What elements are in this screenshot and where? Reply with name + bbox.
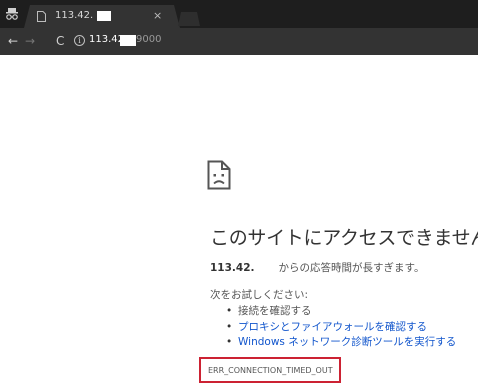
redacted-block [120,35,136,46]
suggestion-check-connection: 接続を確認する [238,305,312,317]
address-bar[interactable]: i 113.42. 9000 [72,32,472,51]
new-tab-button[interactable] [178,12,200,26]
proxy-firewall-link[interactable]: プロキシとファイアウォールを確認する [238,321,427,333]
error-code: ERR_CONNECTION_TIMED_OUT [208,366,333,375]
info-icon[interactable]: i [74,35,85,46]
url-port: 9000 [136,34,162,45]
redacted-block [97,11,111,21]
incognito-icon [6,8,18,20]
error-detail: 113.42. からの応答時間が長すぎます。 [210,260,424,275]
tab-title: 113.42. [55,10,94,21]
network-diagnostics-link[interactable]: Windows ネットワーク診断ツールを実行する [238,336,456,348]
page-icon [37,11,46,22]
sad-page-icon [207,160,231,190]
error-title: このサイトにアクセスできません [210,227,478,249]
error-detail-text: からの応答時間が長すぎます。 [278,262,425,274]
list-item: • 接続を確認する [226,304,456,320]
tab-strip: 113.42. × [0,0,478,28]
error-host: 113.42. [210,262,255,274]
list-item: • プロキシとファイアウォールを確認する [226,320,456,336]
bullet: • [226,305,233,317]
active-tab[interactable]: 113.42. × [24,5,180,28]
back-button[interactable]: ← [8,33,18,49]
error-code-highlight: ERR_CONNECTION_TIMED_OUT [199,357,341,383]
bullet: • [226,320,233,333]
list-item: • Windows ネットワーク診断ツールを実行する [226,335,456,351]
suggestions-heading: 次をお試しください: [210,289,309,301]
forward-button[interactable]: → [25,33,35,49]
reload-button[interactable]: C [56,33,64,49]
tab-close-button[interactable]: × [153,9,162,22]
suggestions-list: • 接続を確認する • プロキシとファイアウォールを確認する • Windows ネッ… [226,304,456,351]
bullet: • [226,336,233,348]
toolbar: ← → C i 113.42. 9000 [0,28,478,55]
